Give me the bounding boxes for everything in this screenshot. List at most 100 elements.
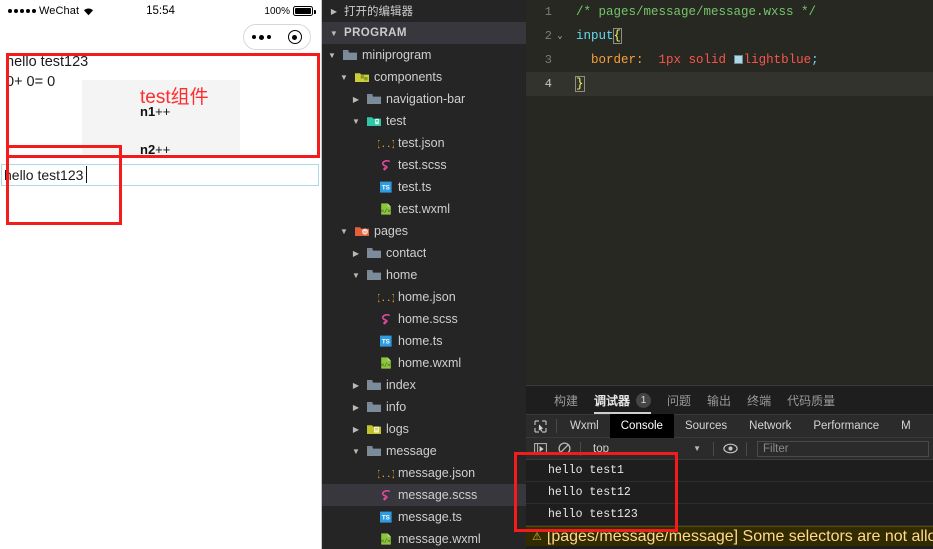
fold-chevron-icon[interactable]: ⌄ (552, 31, 568, 41)
panel-tab-代码质量[interactable]: 代码质量 (787, 386, 835, 414)
clear-console-icon[interactable] (554, 440, 574, 458)
tree-item-test-json[interactable]: ▶{..}test.json (322, 132, 526, 154)
tree-item-label: pages (374, 224, 409, 238)
tree-item-label: test.wxml (398, 202, 451, 216)
ts-icon: TS (378, 179, 394, 195)
chevron-right-icon[interactable]: ▶ (350, 403, 362, 412)
tree-item-label: logs (386, 422, 409, 436)
tree-item-home-ts[interactable]: ▶TShome.ts (322, 330, 526, 352)
execution-context-select[interactable]: top ▼ (587, 443, 707, 455)
tree-item-message[interactable]: ▼ message (322, 440, 526, 462)
file-tree: ▼ miniprogram ▼ components ▶ navigation-bar ▼ t… (322, 44, 526, 549)
divider (580, 441, 581, 456)
tree-item-index[interactable]: ▶ index (322, 374, 526, 396)
program-label: PROGRAM (344, 27, 407, 39)
mini-program-page: hello test123 0+ 0= 0 test组件 n1++ n2++ (0, 52, 321, 186)
svg-text:{..}: {..} (378, 470, 394, 480)
panel-tab-label: 终端 (747, 393, 772, 408)
chevron-right-icon[interactable]: ▶ (350, 425, 362, 434)
tree-item-info[interactable]: ▶ info (322, 396, 526, 418)
open-editors-section[interactable]: ▶ 打开的编辑器 (322, 0, 526, 22)
devtools-panel: 构建 调试器 1 问题 输出 终端 代码质量 Wxml Console Sources Netwo… (526, 385, 933, 549)
n1-increment-button[interactable]: n1++ (140, 104, 170, 119)
devtools-tab-performance[interactable]: Performance (802, 414, 890, 438)
chevron-down-icon[interactable]: ▼ (338, 227, 350, 236)
message-input[interactable] (1, 164, 319, 186)
inspect-cursor-icon[interactable] (526, 419, 554, 433)
chevron-right-icon[interactable]: ▶ (350, 381, 362, 390)
program-section[interactable]: ▼ PROGRAM (322, 22, 526, 44)
folder-icon (366, 245, 382, 261)
console-filter-input[interactable]: Filter (757, 440, 929, 457)
target-circle-icon[interactable] (287, 30, 302, 44)
chevron-down-icon[interactable]: ▼ (350, 447, 362, 456)
n2-increment-button[interactable]: n2++ (140, 142, 170, 157)
line-number: 4 (544, 77, 552, 91)
tree-item-label: message.scss (398, 488, 478, 502)
tree-item-home-scss[interactable]: ▶home.scss (322, 308, 526, 330)
tree-item-label: home.scss (398, 312, 458, 326)
context-value: top (593, 442, 609, 455)
code-line-3: 3 border: 1px solid lightblue; (526, 48, 933, 72)
more-dots-icon[interactable] (252, 34, 272, 40)
tree-item-pages[interactable]: ▼ <> pages (322, 220, 526, 242)
panel-tab-终端[interactable]: 终端 (747, 386, 771, 414)
tree-item-label: home.json (398, 290, 456, 304)
tree-item-home-json[interactable]: ▶{..}home.json (322, 286, 526, 308)
panel-tab-bar: 构建 调试器 1 问题 输出 终端 代码质量 (526, 386, 933, 414)
svg-text:{..}: {..} (378, 294, 394, 304)
panel-tab-构建[interactable]: 构建 (554, 386, 578, 414)
tree-item-test-scss[interactable]: ▶test.scss (322, 154, 526, 176)
chevron-right-icon[interactable]: ▶ (350, 249, 362, 258)
wechat-capsule-button[interactable] (243, 24, 311, 50)
panel-tab-badge: 1 (636, 392, 652, 408)
chevron-down-icon[interactable]: ▼ (338, 73, 350, 82)
tree-item-message-wxml[interactable]: ▶</>message.wxml (322, 528, 526, 549)
scss-icon (378, 487, 394, 503)
devtools-tab-console[interactable]: Console (609, 414, 674, 438)
console-output: hello test1 hello test12 hello test123 (526, 460, 933, 526)
chevron-down-icon[interactable]: ▼ (326, 51, 338, 60)
tree-item-test-wxml[interactable]: ▶</>test.wxml (322, 198, 526, 220)
tree-item-components[interactable]: ▼ components (322, 66, 526, 88)
svg-text:<>: <> (363, 229, 368, 234)
code-editor[interactable]: 1 /* pages/message/message.wxss */ 2 ⌄ i… (526, 0, 933, 385)
devtools-tab-m[interactable]: M (890, 414, 922, 438)
svg-text:</>: </> (381, 538, 391, 544)
wxml-icon: </> (378, 201, 394, 217)
console-log-entry: hello test123 (526, 504, 933, 526)
console-warning-row[interactable]: ⚠ [pages/message/message] Some selectors… (526, 526, 933, 546)
devtools-tab-wxml[interactable]: Wxml (559, 414, 610, 438)
simulator-screen: WeChat 15:54 100% hello test123 0+ 0= 0 … (0, 0, 321, 549)
tree-item-home[interactable]: ▼ home (322, 264, 526, 286)
eye-icon[interactable] (720, 440, 740, 458)
code-text: border: 1px solid lightblue; (568, 53, 819, 67)
tree-item-test[interactable]: ▼ test (322, 110, 526, 132)
line-number: 3 (544, 53, 552, 67)
page-text-line-1: hello test123 (6, 54, 89, 70)
chevron-down-icon[interactable]: ▼ (350, 271, 362, 280)
tree-item-miniprogram[interactable]: ▼ miniprogram (322, 44, 526, 66)
tree-item-label: miniprogram (362, 48, 432, 62)
panel-tab-调试器[interactable]: 调试器 1 (594, 386, 652, 414)
devtools-tab-sources[interactable]: Sources (674, 414, 738, 438)
color-swatch-icon[interactable] (733, 55, 743, 64)
tree-item-message-ts[interactable]: ▶TSmessage.ts (322, 506, 526, 528)
folder-logs-icon (366, 421, 382, 437)
tree-item-logs[interactable]: ▶ logs (322, 418, 526, 440)
chevron-down-icon[interactable]: ▼ (350, 117, 362, 126)
tree-item-test-ts[interactable]: ▶TStest.ts (322, 176, 526, 198)
divider (556, 419, 557, 433)
tree-item-contact[interactable]: ▶ contact (322, 242, 526, 264)
warning-text: [pages/message/message] Some selectors a… (546, 527, 933, 545)
tree-item-navigation-bar[interactable]: ▶ navigation-bar (322, 88, 526, 110)
chevron-right-icon[interactable]: ▶ (350, 95, 362, 104)
tree-item-message-json[interactable]: ▶{..}message.json (322, 462, 526, 484)
tree-item-label: test.json (398, 136, 445, 150)
panel-tab-输出[interactable]: 输出 (707, 386, 731, 414)
tree-item-home-wxml[interactable]: ▶</>home.wxml (322, 352, 526, 374)
devtools-tab-network[interactable]: Network (738, 414, 802, 438)
tree-item-message-scss[interactable]: ▶message.scss (322, 484, 526, 506)
execute-arrow-icon[interactable] (530, 440, 550, 458)
panel-tab-问题[interactable]: 问题 (667, 386, 691, 414)
